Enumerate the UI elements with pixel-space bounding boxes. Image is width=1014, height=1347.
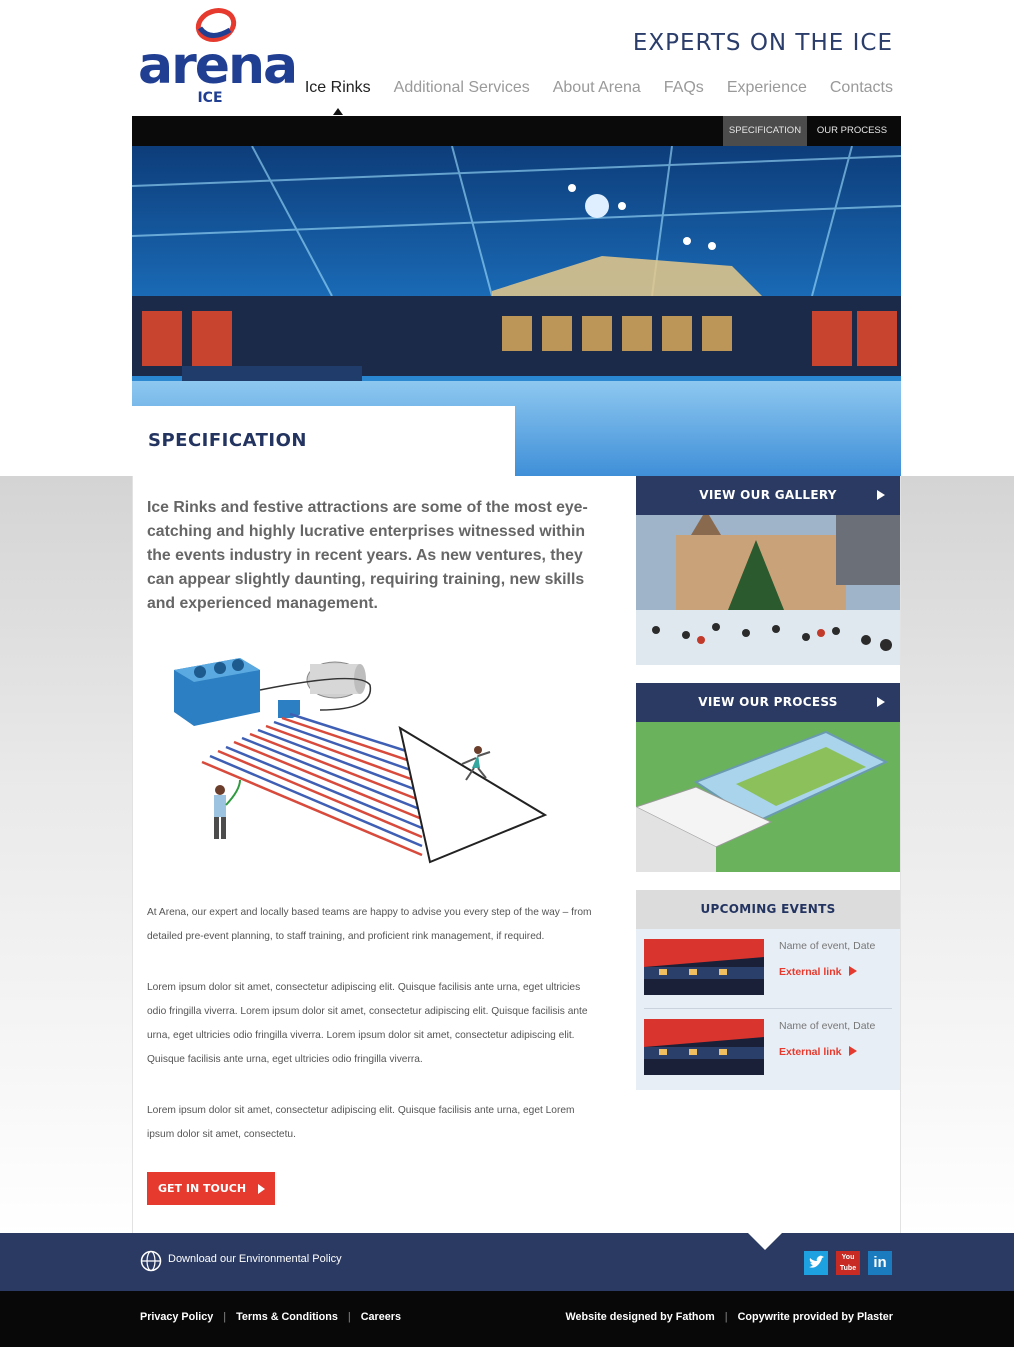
external-link-label: External link <box>779 1046 842 1058</box>
divider: | <box>347 1311 351 1323</box>
view-gallery-button[interactable]: VIEW OUR GALLERY <box>636 476 900 515</box>
terms-link[interactable]: Terms & Conditions <box>236 1311 338 1323</box>
privacy-policy-link[interactable]: Privacy Policy <box>140 1311 213 1323</box>
event-item: Name of event, Date External link <box>644 937 892 1009</box>
nav-item-contacts[interactable]: Contacts <box>830 79 893 113</box>
body-paragraph-2: Lorem ipsum dolor sit amet, consectetur … <box>147 982 588 1065</box>
nav-item-faqs[interactable]: FAQs <box>664 79 704 113</box>
view-gallery-label: VIEW OUR GALLERY <box>699 488 837 502</box>
copy-credit-link[interactable]: Copywrite provided by Plaster <box>738 1311 893 1323</box>
external-link[interactable]: External link <box>779 966 858 978</box>
page-title: SPECIFICATION <box>148 430 307 451</box>
tab-specification[interactable]: SPECIFICATION <box>723 116 807 146</box>
footer-links: Privacy Policy | Terms & Conditions | Ca… <box>140 1311 401 1323</box>
body-paragraph-1: At Arena, our expert and locally based t… <box>147 907 592 942</box>
nav-item-experience[interactable]: Experience <box>727 79 807 113</box>
get-in-touch-button[interactable]: GET IN TOUCH <box>147 1172 275 1205</box>
careers-link[interactable]: Careers <box>361 1311 401 1323</box>
logo-wordmark: arena <box>138 36 298 96</box>
play-arrow-icon <box>877 490 885 500</box>
spec-title-box: SPECIFICATION <box>132 406 515 476</box>
play-arrow-icon <box>849 1046 858 1056</box>
divider: | <box>724 1311 728 1323</box>
play-arrow-icon <box>258 1184 265 1194</box>
hero-subnav: SPECIFICATION OUR PROCESS <box>132 116 901 146</box>
rink-system-diagram <box>160 650 560 880</box>
divider: | <box>223 1311 227 1323</box>
footer-bottom: Privacy Policy | Terms & Conditions | Ca… <box>0 1291 1014 1347</box>
event-name: Name of event, Date <box>779 940 876 952</box>
design-credit-link[interactable]: Website designed by Fathom <box>566 1311 715 1323</box>
arena-ice-logo[interactable]: arena ICE <box>138 6 298 110</box>
play-arrow-icon <box>877 697 885 707</box>
nav-item-ice-rinks[interactable]: Ice Rinks <box>304 79 371 115</box>
nav-item-additional-services[interactable]: Additional Services <box>394 79 530 113</box>
tagline: EXPERTS ON THE ICE <box>632 30 893 56</box>
footer-notch <box>748 1233 782 1250</box>
nav-item-label: Experience <box>726 79 807 96</box>
play-arrow-icon <box>849 966 858 976</box>
view-process-button[interactable]: VIEW OUR PROCESS <box>636 683 900 722</box>
event-thumbnail[interactable] <box>644 939 764 995</box>
nav-item-label: Contacts <box>829 79 893 96</box>
twitter-icon[interactable] <box>804 1251 828 1275</box>
nav-item-label: Additional Services <box>393 79 530 96</box>
footer-credits: Website designed by Fathom | Copywrite p… <box>566 1311 893 1323</box>
tab-our-process[interactable]: OUR PROCESS <box>812 116 892 146</box>
intro-text: Ice Rinks and festive attractions are so… <box>147 499 588 612</box>
footer-top: Download our Environmental Policy You Tu… <box>0 1233 1014 1291</box>
event-thumbnail[interactable] <box>644 1019 764 1075</box>
logo-subtext: ICE <box>197 90 223 106</box>
globe-icon <box>140 1250 162 1272</box>
get-in-touch-label: GET IN TOUCH <box>158 1182 247 1195</box>
active-caret-icon <box>332 108 343 115</box>
nav-item-label: Ice Rinks <box>304 79 371 96</box>
body-paragraph-3: Lorem ipsum dolor sit amet, consectetur … <box>147 1105 575 1140</box>
nav-item-label: About Arena <box>552 79 641 96</box>
external-link[interactable]: External link <box>779 1046 858 1058</box>
linkedin-icon[interactable]: in <box>868 1251 892 1275</box>
gallery-thumbnail[interactable] <box>636 515 900 665</box>
youtube-icon-label: You Tube <box>839 1254 857 1272</box>
nav-item-about-arena[interactable]: About Arena <box>553 79 641 113</box>
upcoming-events-title: UPCOMING EVENTS <box>636 890 900 929</box>
linkedin-icon-label: in <box>873 1254 887 1271</box>
view-process-label: VIEW OUR PROCESS <box>698 695 838 709</box>
main-nav: Ice Rinks Additional Services About Aren… <box>282 79 893 115</box>
hero-image: SPECIFICATION <box>132 146 901 476</box>
nav-item-label: FAQs <box>663 79 704 96</box>
event-item: Name of event, Date External link <box>644 1017 892 1087</box>
event-name: Name of event, Date <box>779 1020 876 1032</box>
external-link-label: External link <box>779 966 842 978</box>
upcoming-events-panel: UPCOMING EVENTS Name of event, Date Exte… <box>636 890 900 1090</box>
youtube-icon[interactable]: You Tube <box>836 1251 860 1275</box>
process-thumbnail[interactable] <box>636 722 900 872</box>
environmental-policy-link[interactable]: Download our Environmental Policy <box>168 1253 342 1265</box>
